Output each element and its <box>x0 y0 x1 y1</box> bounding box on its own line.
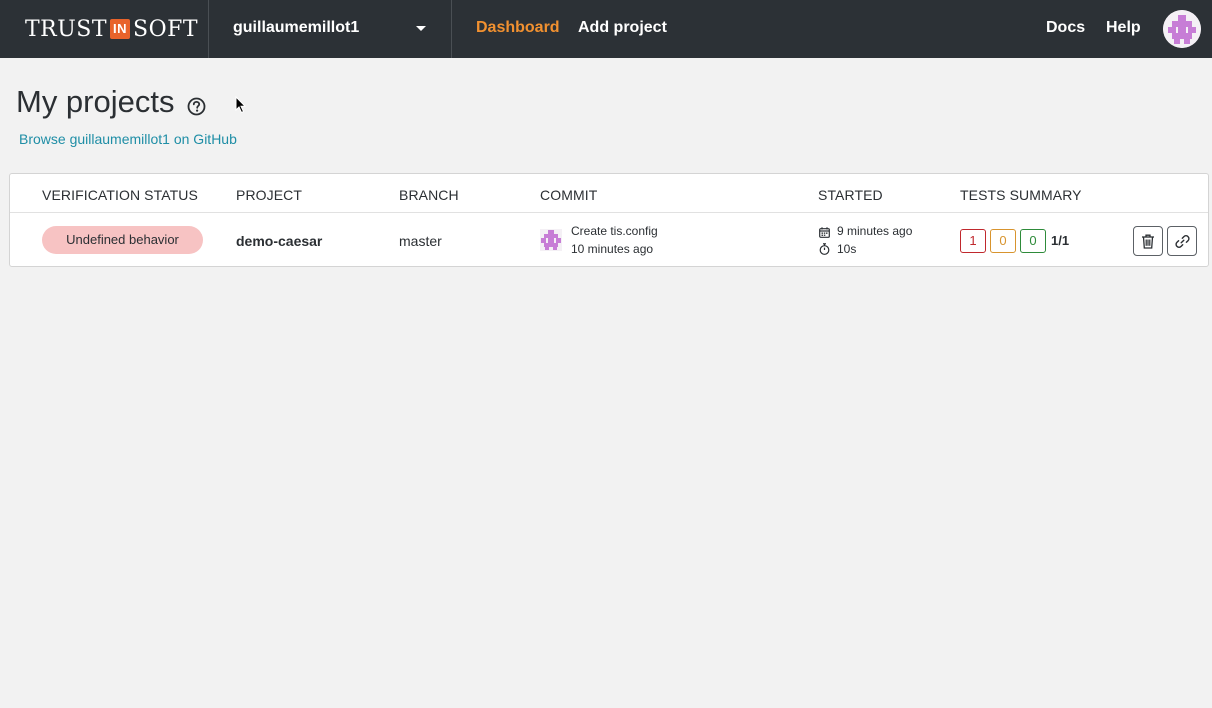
chevron-down-icon <box>416 26 426 31</box>
copy-link-button[interactable] <box>1167 226 1197 256</box>
logo-text-right: SOFT <box>133 16 199 42</box>
column-header-commit: COMMIT <box>540 187 598 203</box>
organization-name: guillaumemillot1 <box>233 19 360 36</box>
question-circle-icon[interactable] <box>187 97 206 116</box>
commit-author-identicon-icon <box>540 229 562 251</box>
stopwatch-icon <box>819 242 830 255</box>
browse-github-link[interactable]: Browse guillaumemillot1 on GitHub <box>19 131 237 147</box>
logo-text-left: TRUST <box>25 16 108 42</box>
branch-name: master <box>399 233 442 249</box>
tests-passed-count[interactable]: 0 <box>1020 229 1046 253</box>
trash-icon <box>1142 234 1154 249</box>
projects-table: VERIFICATION STATUS PROJECT BRANCH COMMI… <box>9 173 1209 267</box>
commit-time: 10 minutes ago <box>571 242 654 256</box>
column-header-started: STARTED <box>818 187 883 203</box>
tests-warning-count[interactable]: 0 <box>990 229 1016 253</box>
column-header-branch: BRANCH <box>399 187 459 203</box>
navbar-divider <box>451 0 452 58</box>
delete-button[interactable] <box>1133 226 1163 256</box>
organization-select[interactable]: guillaumemillot1 <box>209 0 451 58</box>
page-title: My projects <box>16 84 175 119</box>
nav-dashboard[interactable]: Dashboard <box>476 19 560 37</box>
column-header-verification-status: VERIFICATION STATUS <box>42 187 198 203</box>
started-time: 9 minutes ago <box>837 224 913 238</box>
nav-docs[interactable]: Docs <box>1046 19 1085 37</box>
nav-help[interactable]: Help <box>1106 19 1141 37</box>
top-navbar: TRUST IN SOFT guillaumemillot1 Dashboard… <box>0 0 1212 58</box>
tests-ratio: 1/1 <box>1051 233 1070 248</box>
logo-badge: IN <box>110 19 131 39</box>
project-name[interactable]: demo-caesar <box>236 233 322 249</box>
user-avatar[interactable] <box>1163 10 1201 48</box>
user-identicon-icon <box>1163 10 1201 48</box>
calendar-icon <box>819 225 830 238</box>
status-badge[interactable]: Undefined behavior <box>42 226 203 254</box>
mouse-pointer-icon <box>235 95 247 114</box>
column-header-tests-summary: TESTS SUMMARY <box>960 187 1082 203</box>
trustinsoft-logo[interactable]: TRUST IN SOFT <box>25 14 198 44</box>
run-duration: 10s <box>837 242 857 256</box>
nav-add-project[interactable]: Add project <box>578 19 667 37</box>
tests-failed-count[interactable]: 1 <box>960 229 986 253</box>
column-header-project: PROJECT <box>236 187 303 203</box>
commit-message[interactable]: Create tis.config <box>571 224 658 238</box>
table-header: VERIFICATION STATUS PROJECT BRANCH COMMI… <box>10 174 1208 213</box>
link-icon <box>1174 234 1190 248</box>
table-row[interactable]: Undefined behavior demo-caesar master Cr… <box>10 213 1208 267</box>
